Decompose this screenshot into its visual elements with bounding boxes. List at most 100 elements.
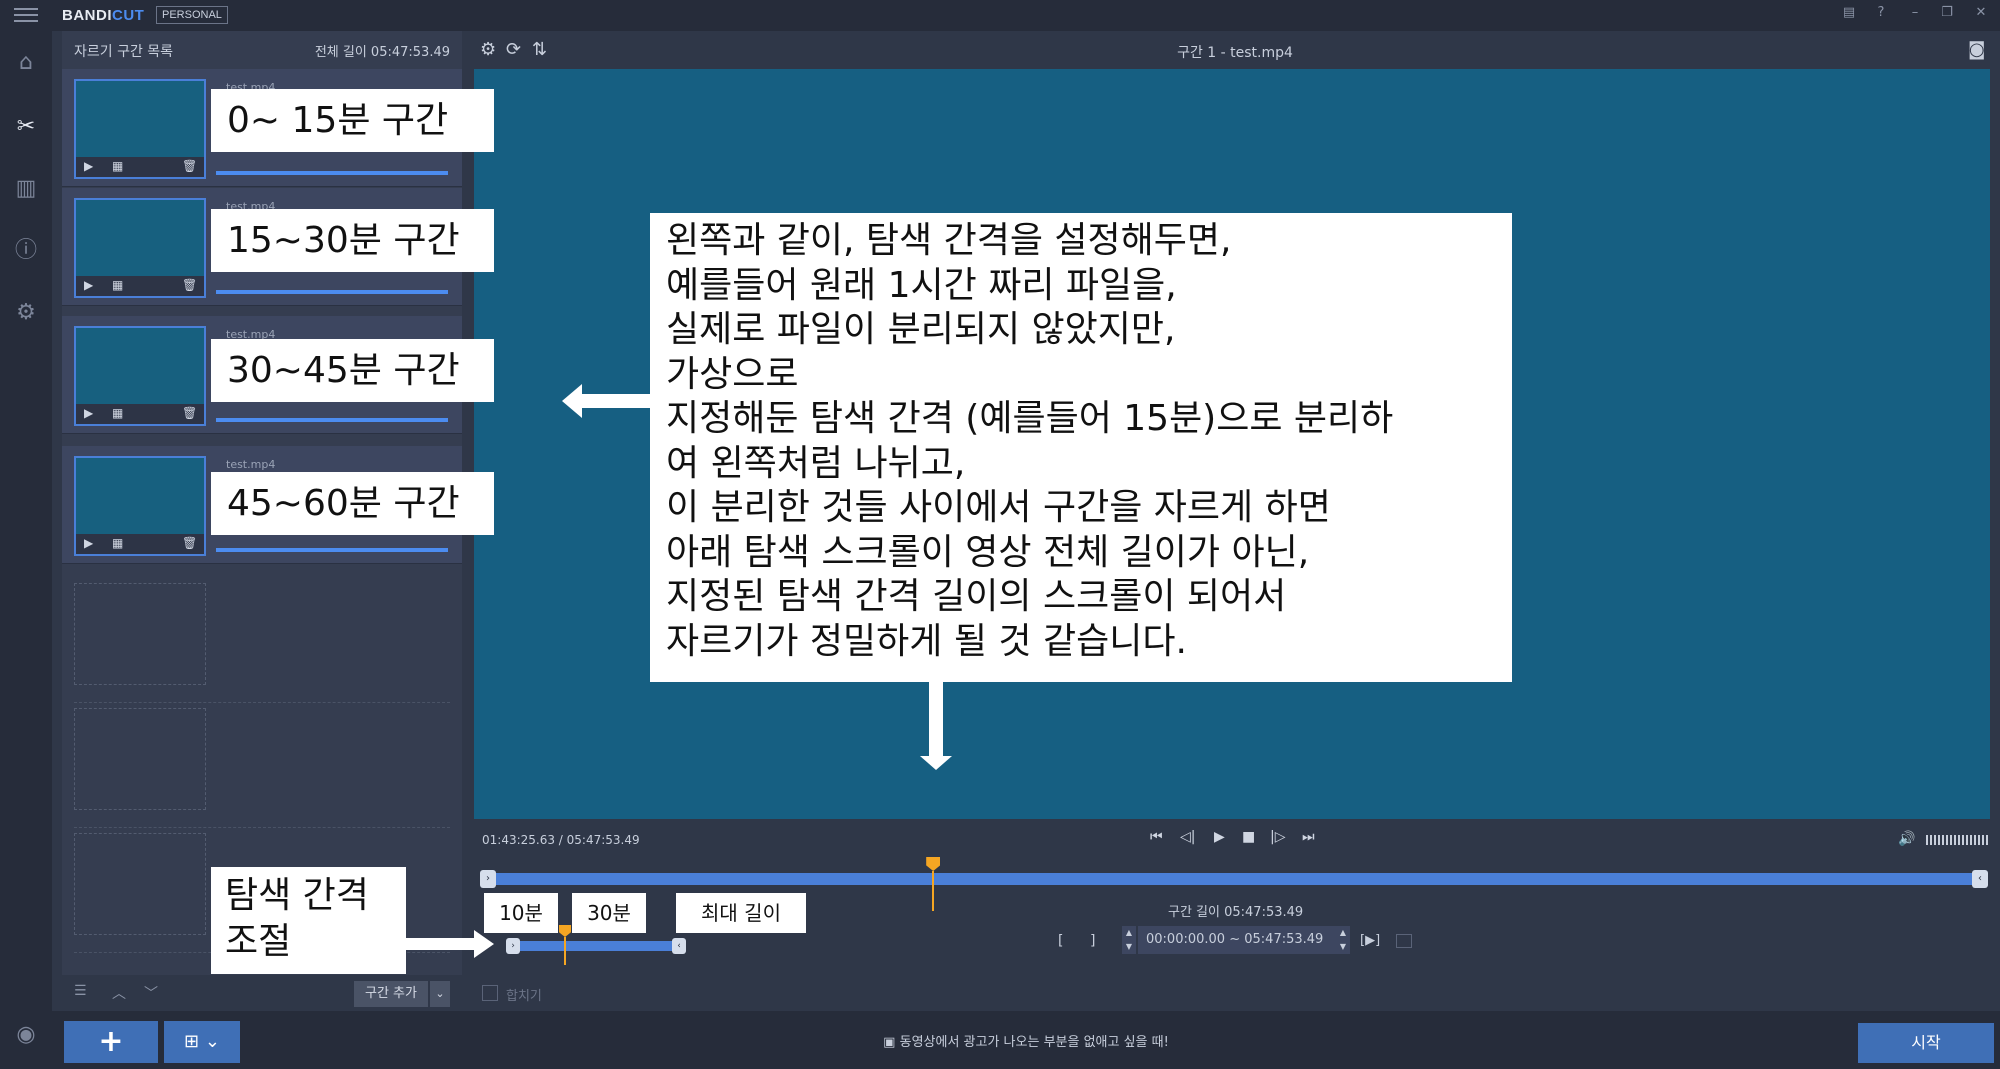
prev-frame-icon[interactable]: ◁| <box>1180 829 1195 845</box>
filmstrip-icon[interactable]: ▥ <box>12 175 40 203</box>
section-length: 구간 길이 05:47:53.49 <box>1168 905 1304 920</box>
segment-label: 45~60분 구간 <box>211 472 494 535</box>
help-icon[interactable]: ? <box>1868 2 1894 24</box>
trash-icon[interactable]: 🗑 <box>182 159 197 173</box>
grid-icon[interactable]: ▦ <box>112 536 123 550</box>
grid-icon[interactable]: ▦ <box>112 406 123 420</box>
clip-progress-bar <box>216 418 448 422</box>
note-line: 이 분리한 것들 사이에서 구간을 자르게 하면 <box>666 487 1331 528</box>
interval-adjust-label: 탐색 간격 조절 <box>211 867 406 974</box>
app-logo: BANDICUT <box>62 7 145 24</box>
settings-gear-icon[interactable]: ⚙ <box>12 299 40 327</box>
minimize-icon[interactable]: – <box>1902 2 1928 24</box>
play-icon[interactable]: ▶ <box>1214 829 1225 845</box>
range-separator: ~ <box>1229 932 1241 947</box>
note-line: 지정된 탐색 간격 길이의 스크롤이 되어서 <box>666 576 1287 617</box>
prev-keyframe-icon[interactable]: ⏮ <box>1150 829 1163 845</box>
next-frame-icon[interactable]: |▷ <box>1270 829 1285 845</box>
grid-icon[interactable]: ▦ <box>112 159 123 173</box>
start-button[interactable]: 시작 <box>1858 1023 1994 1063</box>
play-icon[interactable]: ▶ <box>84 278 93 292</box>
grid-icon[interactable]: ▦ <box>112 278 123 292</box>
play-icon[interactable]: ▶ <box>84 536 93 550</box>
range-end-handle[interactable]: ‹ <box>1972 870 1988 888</box>
tip-link[interactable]: ▣ 동영상에서 광고가 나오는 부분을 없애고 싶을 때! <box>52 1031 2000 1050</box>
interval-slider-start-handle[interactable]: › <box>506 938 520 954</box>
note-line: 예를들어 원래 1시간 짜리 파일을, <box>666 264 1177 306</box>
range-start-time[interactable]: 00:00:00.00 <box>1146 932 1225 947</box>
restore-icon[interactable]: ❐ <box>1934 2 1960 24</box>
segment-label: 15~30분 구간 <box>211 209 494 272</box>
tick-label-30min: 30분 <box>572 893 646 933</box>
range-start-handle[interactable]: › <box>480 870 496 888</box>
list-footer: ☰ ︿ ﹀ 구간 추가 ⌄ <box>62 975 462 1011</box>
play-section-button[interactable]: [▶] <box>1360 933 1380 948</box>
clip-thumbnail[interactable]: ▶ ▦ 🗑 <box>74 456 206 556</box>
interval-slider-track[interactable] <box>514 941 674 951</box>
note-line: 왼쪽과 같이, 탐색 간격을 설정해두면, <box>666 220 1232 261</box>
trash-icon[interactable]: 🗑 <box>182 406 197 420</box>
clip-controls: ▶ ▦ 🗑 <box>76 157 204 177</box>
move-down-icon[interactable]: ﹀ <box>144 983 158 1003</box>
set-in-point-button[interactable]: [ <box>1058 933 1063 949</box>
delete-list-icon[interactable]: ☰ <box>74 983 87 999</box>
clip-thumbnail[interactable]: ▶ ▦ 🗑 <box>74 326 206 426</box>
clip-progress-bar <box>216 290 448 294</box>
right-arrow-head <box>474 930 494 958</box>
move-up-icon[interactable]: ︿ <box>112 983 126 1003</box>
note-line: 여 왼쪽처럼 나뉘고, <box>666 442 966 484</box>
merge-checkbox[interactable] <box>482 985 498 1001</box>
volume-icon[interactable]: 🔊 <box>1898 831 1915 847</box>
folder-icon[interactable]: ▤ <box>1836 2 1862 24</box>
clip-thumbnail[interactable]: ▶ ▦ 🗑 <box>74 79 206 179</box>
home-icon[interactable]: ⌂ <box>12 49 40 77</box>
main-playhead[interactable] <box>926 857 941 911</box>
next-keyframe-icon[interactable]: ⏭ <box>1302 829 1315 845</box>
loop-icon[interactable] <box>1396 934 1412 948</box>
chat-icon: ▣ <box>883 1035 896 1050</box>
start-time-stepper[interactable]: ▲ ▼ <box>1122 926 1136 954</box>
down-arrow <box>929 680 943 758</box>
left-arrow <box>580 394 652 408</box>
camera-icon[interactable]: ◙ <box>1968 39 1985 60</box>
main-timeline[interactable] <box>482 873 1986 885</box>
tick-label-10min: 10분 <box>484 893 558 933</box>
transport-controls: ⏮ ◁| ▶ ■ |▷ ⏭ <box>1150 829 1350 851</box>
set-out-point-button[interactable]: ] <box>1090 933 1095 949</box>
record-icon[interactable]: ◉ <box>12 1021 40 1049</box>
time-range-field[interactable]: 00:00:00.00 ~ 05:47:53.49 <box>1138 926 1338 954</box>
empty-clip-slot <box>74 708 450 828</box>
note-line: 실제로 파일이 분리되지 않았지만, <box>666 309 1176 350</box>
info-icon[interactable]: ⓘ <box>12 237 40 265</box>
left-arrow-head <box>562 384 582 418</box>
interval-slider-end-handle[interactable]: ‹ <box>672 938 686 954</box>
volume-slider[interactable] <box>1926 835 1990 845</box>
cut-tool-icon[interactable]: ✂ <box>12 113 40 141</box>
play-icon[interactable]: ▶ <box>84 159 93 173</box>
clip-progress-bar <box>216 548 448 552</box>
side-navigation: ⌂ ✂ ▥ ⓘ ⚙ ◉ <box>0 31 52 1069</box>
hamburger-menu-icon[interactable] <box>12 4 40 26</box>
play-icon[interactable]: ▶ <box>84 406 93 420</box>
close-icon[interactable]: ✕ <box>1968 2 1994 24</box>
clip-controls: ▶ ▦ 🗑 <box>76 276 204 296</box>
time-readout: 01:43:25.63 / 05:47:53.49 <box>482 833 640 847</box>
clip-progress-bar <box>216 171 448 175</box>
trash-icon[interactable]: 🗑 <box>182 278 197 292</box>
interval-slider-thumb[interactable] <box>559 925 571 965</box>
right-arrow <box>406 938 476 950</box>
clip-thumbnail[interactable]: ▶ ▦ 🗑 <box>74 198 206 298</box>
add-section-dropdown[interactable]: ⌄ <box>430 981 450 1007</box>
video-header: ⚙ ⟳ ⇅ 구간 1 - test.mp4 ◙ <box>470 31 2000 69</box>
range-end-time[interactable]: 05:47:53.49 <box>1244 932 1323 947</box>
end-time-stepper[interactable]: ▲ ▼ <box>1336 926 1350 954</box>
segment-label: 0~ 15분 구간 <box>211 89 494 152</box>
empty-clip-slot <box>74 583 450 703</box>
stop-icon[interactable]: ■ <box>1242 829 1255 845</box>
note-line: 아래 탐색 스크롤이 영상 전체 길이가 아닌, <box>666 531 1310 573</box>
trash-icon[interactable]: 🗑 <box>182 536 197 550</box>
note-line: 지정해둔 탐색 간격 (예를들어 15분)으로 분리하 <box>666 398 1394 439</box>
clip-controls: ▶ ▦ 🗑 <box>76 534 204 554</box>
clip-controls: ▶ ▦ 🗑 <box>76 404 204 424</box>
add-section-button[interactable]: 구간 추가 <box>354 981 428 1007</box>
